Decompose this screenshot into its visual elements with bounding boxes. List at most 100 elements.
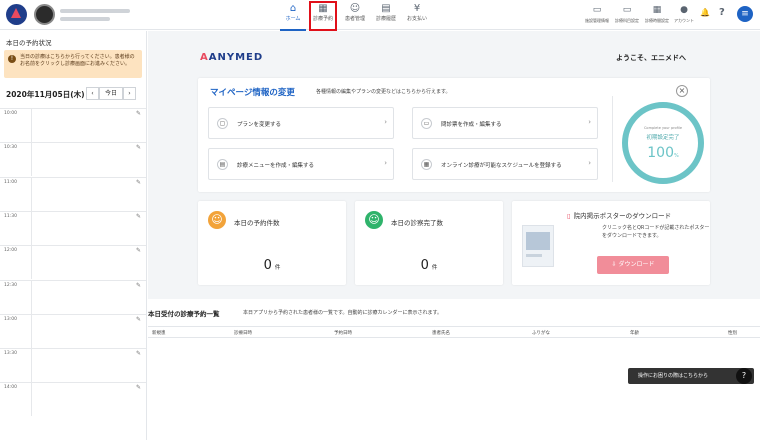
main-content: AANYMED ようこそ、エニメドへ マイページ情報の変更 各種情報の編集やプラ… — [148, 31, 760, 440]
change-plan-button[interactable]: ▢ プランを変更する › — [208, 107, 394, 139]
nav-account-label: アカウント — [674, 18, 694, 23]
info-icon: ! — [8, 55, 16, 63]
nav-payment-label: お支払い — [406, 16, 427, 22]
nav-payment[interactable]: ¥ お支払い — [400, 2, 434, 29]
mypage-subtitle: 各種情報の編集やプランの変更などはこちらから行えます。 — [316, 89, 451, 95]
bell-icon[interactable]: 🔔 — [700, 8, 710, 17]
current-date: 2020年11月05日(木) — [6, 90, 85, 99]
nav-home-label: ホーム — [285, 16, 301, 22]
todays-reservations-value: 0 — [263, 258, 272, 273]
time-slot[interactable]: 13:30 ✎ — [0, 348, 146, 383]
hamburger-menu-icon[interactable]: ≡ — [737, 6, 753, 22]
nav-home[interactable]: ⌂ ホーム — [276, 2, 310, 31]
plan-icon: ▢ — [217, 118, 228, 129]
edit-icon[interactable]: ✎ — [136, 282, 141, 289]
edit-icon[interactable]: ✎ — [136, 384, 141, 391]
profile-completion-ring: Complete your profile 初期設定完了 100% — [622, 102, 704, 184]
payment-icon: ¥ — [413, 3, 421, 14]
chevron-right-icon: › — [588, 159, 591, 167]
date-bar: 2020年11月05日(木) ‹ 今日 › — [0, 84, 146, 104]
todays-reservations-card: ☺ 本日の予約件数 0件 — [198, 201, 346, 285]
count-unit: 件 — [274, 265, 281, 271]
poster-title-text: 院内掲示ポスターのダウンロード — [573, 212, 672, 220]
edit-icon[interactable]: ✎ — [136, 350, 141, 357]
question-icon[interactable]: ? — [736, 368, 752, 384]
download-button[interactable]: ⇩ ダウンロード — [597, 256, 669, 274]
help-tooltip-button[interactable]: 操作にお困りの際はこちらから ? — [628, 368, 754, 384]
mypage-card: マイページ情報の変更 各種情報の編集やプランの変更などはこちらから行えます。 ×… — [198, 78, 710, 192]
todays-completed-value: 0 — [420, 258, 429, 273]
edit-icon[interactable]: ✎ — [136, 144, 141, 151]
edit-questionnaire-button[interactable]: ▭ 問診票を作成・編集する › — [412, 107, 598, 139]
time-slot[interactable]: 10:30 ✎ — [0, 142, 146, 177]
menu-list-icon: ▤ — [217, 159, 228, 170]
register-schedule-label: オンライン診療が可能なスケジュールを登録する — [441, 163, 562, 169]
download-icon: ⇩ — [611, 261, 617, 268]
left-schedule-panel: 本日の予約状況 ! 当日の診療はこちらから行ってください。患者様のお名前をクリッ… — [0, 31, 147, 440]
nav-patients[interactable]: ☺ 患者管理 — [338, 2, 372, 29]
profile-status: 初期設定完了 — [646, 135, 680, 141]
profile-caption: Complete your profile — [643, 126, 683, 130]
time-slot[interactable]: 10:00 ✎ — [0, 108, 146, 142]
highlight-box — [309, 1, 337, 31]
time-slot[interactable]: 12:00 ✎ — [0, 245, 146, 280]
edit-icon[interactable]: ✎ — [136, 213, 141, 220]
edit-questionnaire-label: 問診票を作成・編集する — [441, 122, 502, 128]
time-slot-label: 13:00 — [4, 316, 17, 322]
time-slot[interactable]: 13:00 ✎ — [0, 313, 146, 348]
nav-facility-info[interactable]: ▭ 施設管理情報 — [581, 5, 613, 24]
col-patient-name[interactable]: 患者氏名 — [432, 330, 450, 336]
col-new-patient[interactable]: 新規患 — [152, 330, 166, 336]
todays-reservations-title: 本日の予約状況 — [6, 39, 52, 47]
time-slot[interactable]: 11:00 ✎ — [0, 176, 146, 211]
time-slot-label: 14:00 — [4, 385, 17, 391]
edit-icon[interactable]: ✎ — [136, 316, 141, 323]
poster-title: ▯ 院内掲示ポスターのダウンロード — [567, 210, 671, 220]
prev-day-button[interactable]: ‹ — [86, 87, 99, 100]
todays-completed-count: 0件 — [355, 258, 503, 273]
edit-icon[interactable]: ✎ — [136, 110, 141, 117]
anymed-logo: AANYMED — [200, 52, 263, 63]
col-visit-datetime[interactable]: 診療日時 — [234, 330, 252, 336]
poster-download-card: ▯ 院内掲示ポスターのダウンロード クリニック名とQRコードが記載されたポスターを… — [512, 201, 710, 285]
edit-icon[interactable]: ✎ — [136, 247, 141, 254]
register-schedule-button[interactable]: ▦ オンライン診療が可能なスケジュールを登録する › — [412, 148, 598, 180]
table-subtitle: 本日アプリから予約された患者様の一覧です。自動的に診療カレンダーに表示されます。 — [243, 310, 443, 316]
time-slot-label: 12:30 — [4, 282, 17, 288]
nav-account[interactable]: ● アカウント — [668, 5, 700, 24]
user-avatar[interactable] — [34, 4, 55, 25]
patients-icon: ☺ — [349, 3, 361, 14]
profile-percent: 100% — [628, 145, 698, 161]
edit-icon[interactable]: ✎ — [136, 179, 141, 186]
nav-hours-settings-label: 診療時間設定 — [645, 18, 669, 23]
help-icon[interactable]: ? — [719, 7, 725, 18]
today-button[interactable]: 今日 — [99, 87, 123, 100]
nav-history[interactable]: ▤ 診療履歴 — [369, 2, 403, 29]
profile-percent-value: 100 — [647, 145, 674, 161]
brand-logo-text: ANYMED — [208, 52, 264, 63]
time-slot[interactable]: 12:30 ✎ — [0, 279, 146, 314]
time-slot[interactable]: 14:00 ✎ — [0, 382, 146, 417]
nav-department-settings[interactable]: ▭ 診療科目設定 — [611, 5, 643, 24]
todays-completed-card: ☺ 本日の診察完了数 0件 — [355, 201, 503, 285]
chevron-right-icon: › — [384, 159, 387, 167]
app-logo[interactable] — [6, 4, 27, 25]
col-sex[interactable]: 性別 — [728, 330, 737, 336]
count-unit: 件 — [431, 265, 438, 271]
todays-completed-label: 本日の診察完了数 — [391, 219, 443, 227]
profile-percent-unit: % — [673, 153, 679, 159]
time-slot[interactable]: 11:30 ✎ — [0, 210, 146, 245]
col-booking-datetime[interactable]: 予約日時 — [334, 330, 352, 336]
home-icon: ⌂ — [289, 3, 297, 14]
next-day-button[interactable]: › — [123, 87, 136, 100]
edit-menu-button[interactable]: ▤ 診療メニューを作成・編集する › — [208, 148, 394, 180]
smile-icon: ☺ — [365, 211, 383, 229]
col-furigana[interactable]: ふりがな — [532, 330, 550, 336]
close-icon[interactable]: × — [676, 85, 688, 97]
notice-text: 当日の診療はこちらから行ってください。患者様のお名前をクリックし診療画面にお進み… — [20, 54, 135, 67]
folder-icon: ▭ — [592, 5, 602, 15]
time-slot-label: 11:30 — [4, 213, 17, 219]
top-navigation-bar: ⌂ ホーム ▦ 診療予約 ☺ 患者管理 ▤ 診療履歴 ¥ お支払い ▭ 施設管理… — [0, 0, 760, 31]
col-age[interactable]: 年齢 — [630, 330, 639, 336]
table-title: 本日受付の診療予約一覧 — [148, 310, 220, 318]
